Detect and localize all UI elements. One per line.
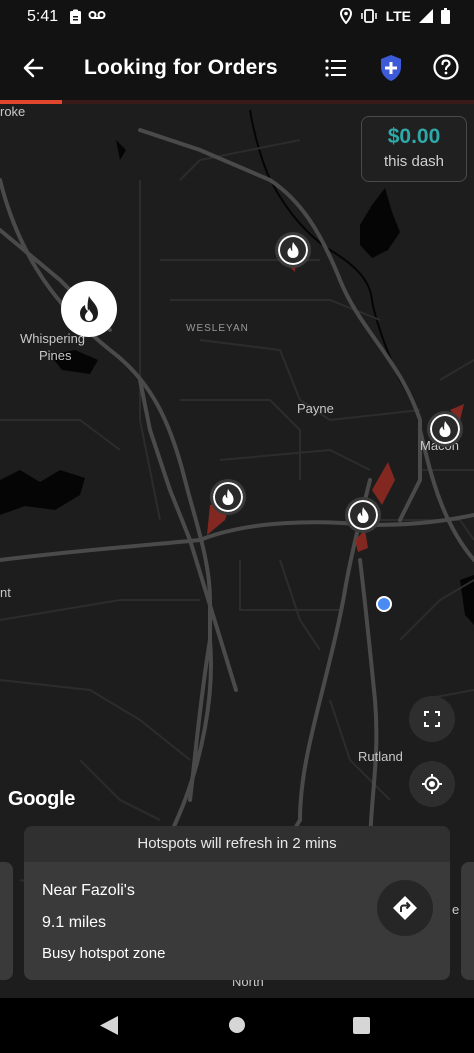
map-label-ont: nt (0, 585, 11, 600)
directions-icon (393, 896, 417, 920)
hotspot-marker-selected[interactable] (61, 281, 117, 337)
safety-button[interactable] (376, 52, 406, 84)
google-attribution: Google (8, 788, 76, 810)
back-button[interactable] (16, 50, 52, 86)
flame-icon (80, 296, 98, 322)
nav-home-icon[interactable] (229, 1017, 245, 1033)
signal-icon (419, 9, 433, 23)
location-icon (339, 8, 352, 24)
hotspot-location: Near Fazoli's (42, 882, 135, 899)
hotspot-description: Busy hotspot zone (42, 945, 166, 962)
next-hotspot-card[interactable] (461, 862, 474, 980)
directions-button[interactable] (377, 880, 433, 936)
page-title: Looking for Orders (84, 56, 278, 79)
map-label-rutland: Rutland (358, 749, 403, 764)
flame-icon (439, 421, 451, 437)
status-bar: 5:41 LTE (0, 0, 474, 36)
hotspot-card[interactable]: Near Fazoli's 9.1 miles Busy hotspot zon… (24, 862, 450, 980)
battery-icon (441, 8, 450, 24)
map-label-payne: Payne (297, 401, 334, 416)
recenter-button[interactable] (409, 761, 455, 807)
recenter-icon (422, 774, 442, 794)
app-bar: Looking for Orders (0, 36, 474, 100)
nav-back-icon[interactable] (100, 1016, 118, 1035)
help-icon (433, 54, 459, 80)
clipboard-icon (70, 9, 81, 24)
help-button[interactable] (431, 52, 461, 82)
map-label-broke: roke (0, 104, 26, 119)
nav-recents-icon[interactable] (353, 1017, 370, 1034)
status-time: 5:41 (27, 8, 59, 25)
map-label-east: e (452, 902, 460, 917)
order-list-button[interactable] (320, 52, 352, 84)
previous-hotspot-card[interactable] (0, 862, 13, 980)
vibrate-icon (360, 9, 377, 23)
map-label-pines: Pines (39, 348, 72, 363)
earnings-label: this dash (383, 153, 445, 170)
hotspot-distance: 9.1 miles (42, 914, 107, 931)
map-label-wesleyan: WESLEYAN (186, 323, 249, 334)
shield-plus-icon (381, 55, 401, 81)
back-arrow-icon (23, 58, 44, 78)
fullscreen-button[interactable] (409, 696, 455, 742)
dash-earnings-card[interactable]: $0.00 this dash (361, 116, 467, 182)
hotspot-marker[interactable] (275, 232, 311, 268)
flame-icon (287, 242, 299, 258)
earnings-amount: $0.00 (387, 125, 441, 148)
flame-icon (222, 489, 234, 505)
hotspot-refresh-banner: Hotspots will refresh in 2 mins (24, 826, 450, 862)
voicemail-icon (88, 11, 106, 19)
system-nav-bar (0, 998, 474, 1053)
hotspot-marker[interactable] (427, 411, 463, 447)
network-type: LTE (385, 8, 411, 24)
fullscreen-icon (424, 711, 440, 727)
list-icon (325, 59, 346, 77)
flame-icon (357, 507, 369, 523)
user-location-dot (376, 596, 392, 612)
hotspot-marker[interactable] (210, 479, 246, 515)
hotspot-marker[interactable] (345, 497, 381, 533)
